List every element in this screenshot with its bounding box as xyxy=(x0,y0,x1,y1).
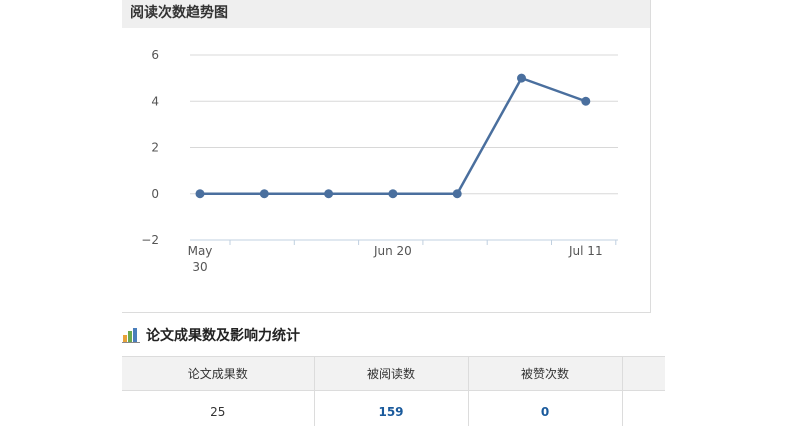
y-tick-label: 0 xyxy=(151,187,159,201)
data-point xyxy=(452,189,462,199)
data-point xyxy=(324,189,334,199)
y-tick-label: 6 xyxy=(151,48,159,62)
stats-section-title: 论文成果数及影响力统计 xyxy=(146,328,300,344)
data-point xyxy=(581,96,591,106)
header-empty xyxy=(622,356,665,391)
x-tick-label: Jul 11 xyxy=(568,244,603,258)
data-point xyxy=(388,189,398,199)
y-tick-label: −2 xyxy=(141,233,159,247)
x-tick-label: 30 xyxy=(192,260,207,274)
value-empty xyxy=(622,391,665,426)
stats-table: 论文成果数 被阅读数 被赞次数 25 159 0 xyxy=(122,356,665,426)
reading-trend-panel: 阅读次数趋势图 −2 0 2 4 6 May 30 Jun 20 Jul 11 xyxy=(122,0,651,313)
data-point xyxy=(259,189,269,199)
series-line xyxy=(200,76,587,195)
bar-chart-icon xyxy=(122,328,140,343)
y-tick-label: 4 xyxy=(151,94,159,108)
page: 阅读次数趋势图 −2 0 2 4 6 May 30 Jun 20 Jul 11 论文成果数及影响… xyxy=(0,0,789,426)
x-tick-label: May xyxy=(188,244,213,258)
y-tick-label: 2 xyxy=(151,141,159,155)
value-like-count-link[interactable]: 0 xyxy=(468,390,623,426)
header-paper-count: 论文成果数 xyxy=(122,356,315,391)
header-read-count: 被阅读数 xyxy=(314,356,469,391)
reading-trend-chart: −2 0 2 4 6 May 30 Jun 20 Jul 11 xyxy=(141,48,618,274)
data-point xyxy=(195,189,205,199)
value-paper-count: 25 xyxy=(122,390,315,426)
stats-header-row: 论文成果数 被阅读数 被赞次数 xyxy=(122,356,665,391)
data-point xyxy=(517,73,526,83)
stats-value-row: 25 159 0 xyxy=(122,390,665,426)
header-like-count: 被赞次数 xyxy=(468,356,623,391)
x-tick-label: Jun 20 xyxy=(373,244,412,258)
value-read-count-link[interactable]: 159 xyxy=(314,390,469,426)
stats-section-header: 论文成果数及影响力统计 xyxy=(122,325,300,345)
